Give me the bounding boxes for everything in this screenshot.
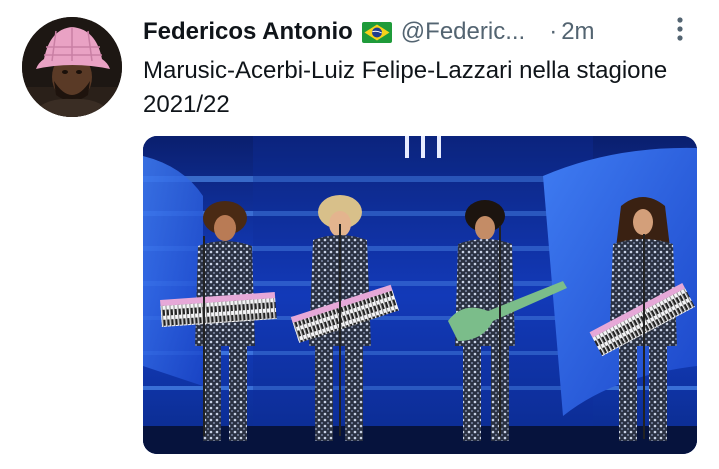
separator-dot: · (549, 18, 558, 45)
avatar[interactable] (22, 17, 122, 117)
more-options-icon[interactable] (673, 16, 687, 42)
stage-photo (143, 136, 697, 454)
tweet-header: Federicos Antonio @Federic... · 2m (143, 14, 688, 50)
author-name[interactable]: Federicos Antonio (143, 18, 353, 46)
author-handle[interactable]: @Federic... (401, 18, 525, 46)
tweet-media[interactable] (143, 136, 697, 454)
tweet-text: Marusic-Acerbi-Luiz Felipe-Lazzari nella… (143, 57, 668, 118)
flag-brazil-icon (361, 21, 392, 43)
avatar-image (22, 17, 122, 117)
timestamp[interactable]: 2m (561, 18, 594, 46)
